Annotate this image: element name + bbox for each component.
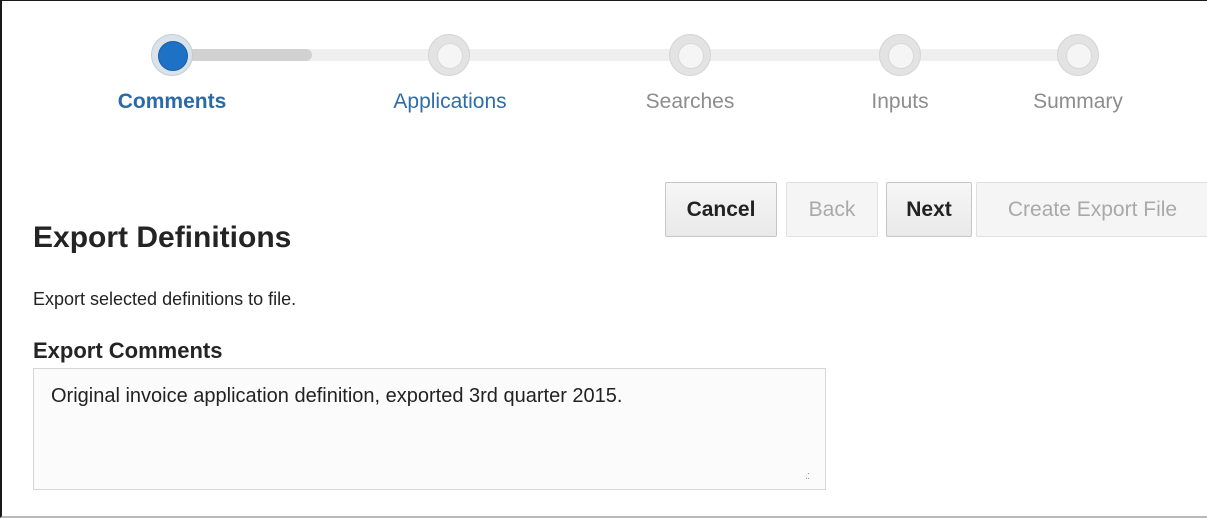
cancel-button[interactable]: Cancel (665, 182, 777, 237)
step-train: Comments Applications Searches Inputs Su… (2, 1, 1207, 131)
export-wizard-panel: Comments Applications Searches Inputs Su… (0, 0, 1207, 518)
step-inputs-label: Inputs (871, 90, 929, 113)
step-comments-label[interactable]: Comments (118, 90, 227, 114)
step-comments-stop[interactable] (151, 34, 193, 76)
back-button: Back (786, 182, 878, 237)
create-export-file-button: Create Export File (976, 182, 1207, 237)
step-applications-label[interactable]: Applications (393, 90, 506, 114)
next-button[interactable]: Next (886, 182, 972, 237)
train-track-progress (172, 49, 312, 61)
export-comments-label: Export Comments (33, 338, 223, 363)
step-searches-label: Searches (645, 90, 735, 113)
step-inputs-stop (879, 34, 921, 76)
page-description: Export selected definitions to file. (33, 289, 297, 309)
step-searches-stop (669, 34, 711, 76)
step-summary-stop (1057, 34, 1099, 76)
step-summary-label: Summary (1033, 90, 1123, 113)
page-title: Export Definitions (33, 221, 292, 254)
export-comments-field[interactable]: Original invoice application definition,… (33, 368, 826, 490)
step-applications-stop[interactable] (428, 34, 470, 76)
